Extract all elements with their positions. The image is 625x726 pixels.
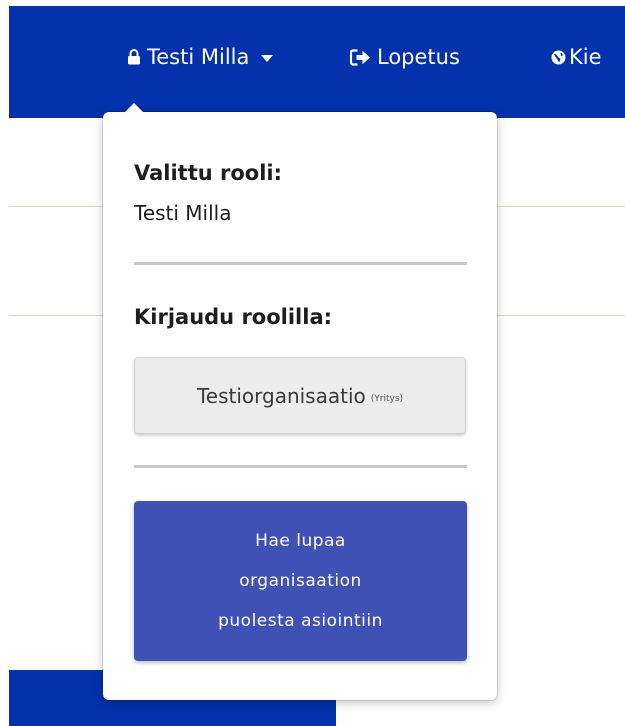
- language-label: Kie: [569, 45, 602, 69]
- language-menu-toggle[interactable]: Kie: [551, 37, 602, 77]
- selected-role-heading: Valittu rooli:: [134, 161, 283, 185]
- caret-down-icon: [261, 54, 274, 62]
- user-menu-toggle[interactable]: Testi Milla: [127, 37, 274, 77]
- request-permission-label-line-1: Hae lupaa: [255, 531, 346, 551]
- logout-label: Lopetus: [377, 45, 460, 69]
- user-menu-label: Testi Milla: [147, 45, 250, 69]
- divider: [134, 262, 467, 265]
- organization-type: (Yritys): [370, 393, 404, 404]
- sign-out-icon: [350, 48, 371, 66]
- role-menu-popover: Valittu rooli: Testi Milla Kirjaudu rool…: [103, 103, 497, 700]
- logout-link[interactable]: Lopetus: [350, 37, 460, 77]
- top-navigation-bar: [9, 6, 625, 118]
- popover-arrow: [124, 103, 144, 113]
- request-permission-button[interactable]: Hae lupaa organisaation puolesta asioint…: [134, 501, 467, 661]
- login-with-role-heading: Kirjaudu roolilla:: [134, 305, 333, 329]
- organization-role-button[interactable]: Testiorganisaatio (Yritys): [134, 357, 466, 434]
- selected-role-value: Testi Milla: [134, 201, 232, 225]
- divider: [134, 465, 467, 468]
- lock-icon: [127, 49, 141, 65]
- globe-icon: [551, 50, 566, 65]
- request-permission-label-line-2: organisaation: [239, 571, 362, 591]
- organization-name: Testiorganisaatio: [196, 383, 366, 408]
- request-permission-label-line-3: puolesta asiointiin: [218, 611, 383, 631]
